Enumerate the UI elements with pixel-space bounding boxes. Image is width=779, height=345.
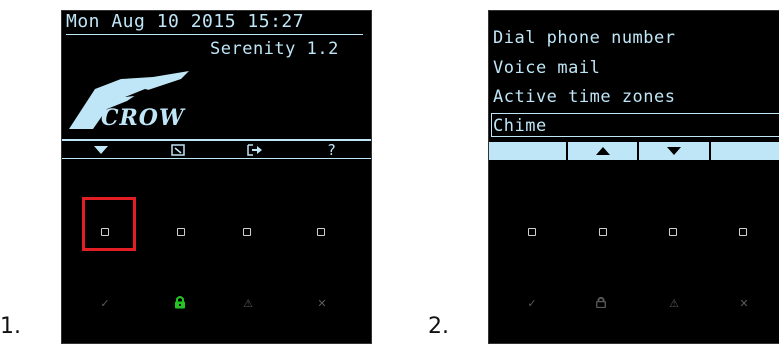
menu-item-chime-label: Chime	[493, 116, 547, 136]
lcd-model: Serenity 1.2	[210, 39, 339, 59]
keypad-device-1: Mon Aug 10 2015 15:27 Serenity 1.2 CROW …	[61, 10, 372, 344]
key-4[interactable]	[739, 228, 747, 236]
softkey-blank-right[interactable]	[711, 143, 779, 159]
menu-item-dial: Dial phone number	[493, 28, 676, 48]
warning-icon: ⚠	[243, 297, 253, 310]
warning-icon: ⚠	[669, 297, 679, 310]
key-4[interactable]	[317, 228, 325, 236]
down-arrow-icon	[93, 146, 108, 154]
close-icon: ✕	[317, 297, 327, 310]
menu-square-icon	[170, 144, 185, 156]
exit-icon	[246, 144, 262, 156]
check-icon: ✓	[527, 297, 537, 310]
key-1[interactable]	[528, 228, 536, 236]
key-3[interactable]	[243, 228, 251, 236]
softkey-down[interactable]	[62, 142, 139, 158]
lock-icon	[175, 296, 185, 309]
menu-item-voicemail: Voice mail	[493, 58, 601, 78]
softkey-exit[interactable]	[216, 142, 293, 158]
lcd-rule-upper	[62, 139, 371, 141]
menu-item-chime[interactable]: Chime	[491, 113, 779, 137]
crow-logo-text: CROW	[101, 105, 185, 131]
key-2[interactable]	[599, 228, 607, 236]
down-arrow-icon	[667, 147, 681, 155]
keypad-device-2: Dial phone number Voice mail Active time…	[488, 10, 779, 344]
softkey-up[interactable]	[568, 143, 637, 159]
key-2[interactable]	[177, 228, 185, 236]
softkey-down-2[interactable]	[639, 143, 709, 159]
lcd-rule-lower	[62, 158, 371, 159]
close-icon: ✕	[739, 297, 749, 310]
key-3[interactable]	[669, 228, 677, 236]
lcd-top-rule	[66, 34, 363, 35]
lcd-datetime: Mon Aug 10 2015 15:27	[66, 11, 305, 32]
softkey-help[interactable]: ?	[293, 141, 370, 159]
softkey-menu[interactable]	[139, 142, 216, 158]
lock-icon	[596, 296, 606, 308]
up-arrow-icon	[595, 147, 610, 155]
step-number-1: 1.	[0, 314, 21, 339]
check-icon: ✓	[100, 297, 110, 310]
help-question-icon: ?	[326, 141, 337, 159]
step-number-2: 2.	[428, 314, 449, 339]
highlight-first-key	[82, 197, 136, 251]
softkey-blank-left[interactable]	[489, 143, 566, 159]
crow-logo: CROW	[67, 71, 217, 131]
menu-item-time-zones: Active time zones	[493, 87, 676, 107]
